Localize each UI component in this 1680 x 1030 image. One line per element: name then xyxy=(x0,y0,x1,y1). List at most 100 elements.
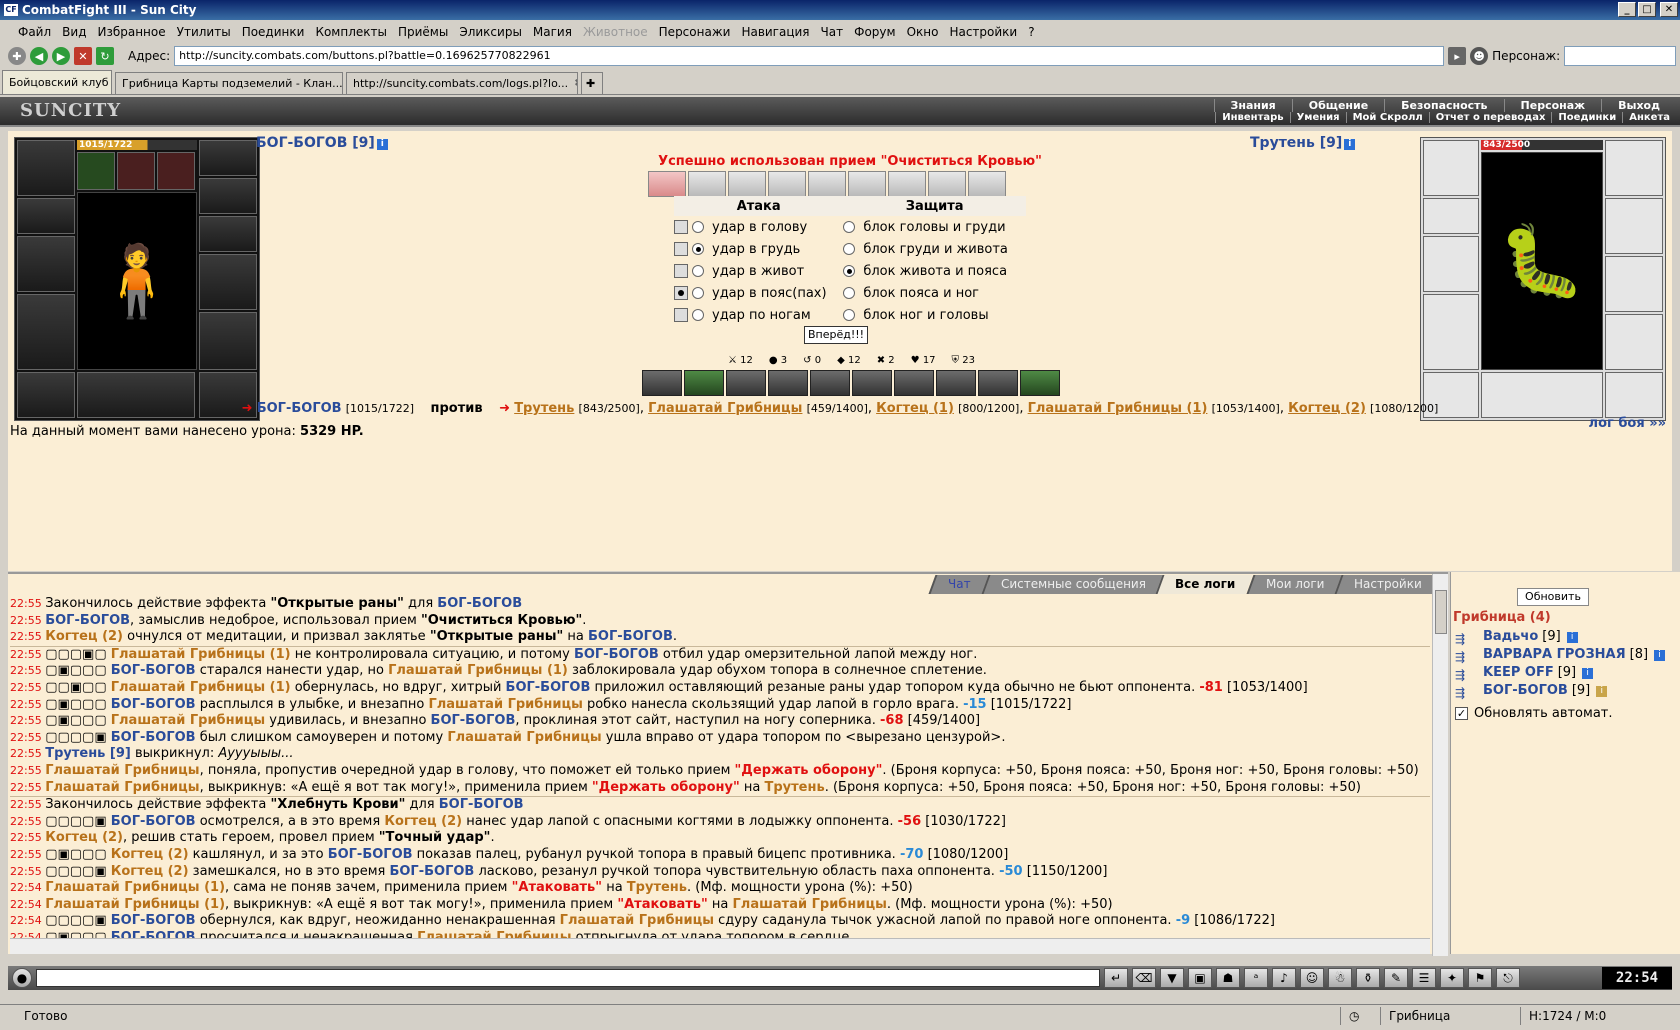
menu-favorites[interactable]: Избранное xyxy=(97,25,165,39)
trick-slot[interactable] xyxy=(848,171,886,197)
music-icon[interactable]: ♪ xyxy=(1272,968,1296,988)
nav-security[interactable]: Безопасность xyxy=(1384,99,1503,112)
online-user[interactable]: ⇶ Вадьчо [9] i xyxy=(1455,628,1665,646)
armor-slot[interactable] xyxy=(17,294,75,370)
skill-slot[interactable] xyxy=(894,370,934,396)
lock-icon[interactable]: ✦ xyxy=(1440,968,1464,988)
menu-utils[interactable]: Утилиты xyxy=(177,25,231,39)
nav-knowledge[interactable]: Знания xyxy=(1213,99,1292,112)
defense-radio[interactable] xyxy=(843,220,856,233)
amulet-slot[interactable] xyxy=(199,140,257,176)
online-user[interactable]: ⇶ БОГ-БОГОВ [9] i xyxy=(1455,682,1665,700)
skill-slot[interactable] xyxy=(684,370,724,396)
attack-radio[interactable] xyxy=(692,220,704,233)
multi-attack-box[interactable] xyxy=(674,263,688,278)
gloves-slot[interactable] xyxy=(199,216,257,252)
go-icon[interactable]: ▸ xyxy=(1448,47,1467,65)
save-icon[interactable]: ▣ xyxy=(1188,968,1212,988)
my-avatar[interactable]: 🧍 xyxy=(77,192,197,370)
skill-slot[interactable] xyxy=(936,370,976,396)
attack-chest-option[interactable]: удар в грудь xyxy=(674,238,843,260)
tab-chat-settings[interactable]: Настройки xyxy=(1334,575,1440,594)
nav-battles[interactable]: Поединки xyxy=(1551,112,1622,123)
attack-radio[interactable] xyxy=(692,264,704,277)
auto-refresh-checkbox[interactable]: ✓ xyxy=(1455,707,1468,720)
vs-enemy-name[interactable]: Когтец (1) xyxy=(876,401,954,416)
menu-characters[interactable]: Персонажи xyxy=(659,25,731,39)
stop-icon[interactable]: ✕ xyxy=(74,47,92,65)
chat-mode-icon[interactable]: ● xyxy=(12,968,32,988)
nav-profile[interactable]: Анкета xyxy=(1622,112,1676,123)
attack-belly-option[interactable]: удар в живот xyxy=(674,260,843,282)
my-name[interactable]: БОГ-БОГОВ [9] i xyxy=(256,135,388,151)
vs-enemy-name[interactable]: Трутень xyxy=(514,401,574,416)
trick-slot[interactable] xyxy=(968,171,1006,197)
vs-me-name[interactable]: БОГ-БОГОВ xyxy=(257,401,342,416)
info-icon[interactable]: i xyxy=(1654,649,1666,661)
nav-transfers[interactable]: Отчет о переводах xyxy=(1428,112,1552,123)
defense-waist-legs-option[interactable]: блок пояса и ног xyxy=(843,282,1026,304)
exit-icon[interactable]: ⎋ xyxy=(1496,968,1520,988)
trick-slot[interactable] xyxy=(728,171,766,197)
menu-elixirs[interactable]: Эликсиры xyxy=(459,25,522,39)
back-icon[interactable]: ◀ xyxy=(30,47,48,65)
nav-my-scroll[interactable]: Мой Скролл xyxy=(1345,112,1429,123)
users-icon[interactable]: ☻ xyxy=(1470,47,1489,65)
menu-tricks[interactable]: Приёмы xyxy=(398,25,448,39)
user-name[interactable]: БОГ-БОГОВ xyxy=(1483,682,1568,700)
filter-icon[interactable]: ▼ xyxy=(1160,968,1184,988)
address-input[interactable]: http://suncity.combats.com/buttons.pl?ba… xyxy=(174,46,1445,66)
defense-head-chest-option[interactable]: блок головы и груди xyxy=(843,216,1026,238)
figure-icon[interactable]: ☗ xyxy=(1216,968,1240,988)
battle-log-link[interactable]: лог боя »» xyxy=(1589,416,1666,431)
trick-slot-heart[interactable] xyxy=(648,171,686,197)
attack-radio[interactable] xyxy=(692,286,704,299)
menu-window[interactable]: Окно xyxy=(907,25,939,39)
info-icon[interactable]: i xyxy=(1344,139,1356,150)
bag-icon[interactable]: ⚑ xyxy=(1468,968,1492,988)
attack-submit-button[interactable]: Вперёд!!! xyxy=(804,326,868,344)
tab-chat[interactable]: Чат xyxy=(928,575,988,594)
defense-radio[interactable] xyxy=(843,242,856,255)
user-name[interactable]: Вадьчо xyxy=(1483,628,1538,646)
helmet-slot[interactable] xyxy=(17,140,75,196)
menu-file[interactable]: Файл xyxy=(18,25,51,39)
defense-radio[interactable] xyxy=(843,286,856,299)
bracers-slot[interactable] xyxy=(17,198,75,234)
smiley-icon[interactable]: ☺ xyxy=(1300,968,1324,988)
enemy-name[interactable]: Трутень [9] i xyxy=(1250,135,1356,151)
menu-battles[interactable]: Поединки xyxy=(242,25,305,39)
nav-inventory[interactable]: Инвентарь xyxy=(1215,112,1289,123)
tab-mycelium-map[interactable]: Грибница Карты подземелий - Клан... ✖ xyxy=(115,72,343,94)
refresh-icon[interactable]: ↻ xyxy=(96,47,114,65)
send-icon[interactable]: ↵ xyxy=(1104,968,1128,988)
close-button[interactable]: ✕ xyxy=(1660,2,1678,17)
defense-radio[interactable] xyxy=(843,264,856,277)
defense-legs-head-option[interactable]: блок ног и головы xyxy=(843,304,1026,326)
potion-icon[interactable]: ⚱ xyxy=(1356,968,1380,988)
nav-exit[interactable]: Выход xyxy=(1601,99,1676,112)
tab-fight-club[interactable]: Бойцовский клуб xyxy=(2,70,112,94)
nav-skills[interactable]: Умения xyxy=(1289,112,1346,123)
shield-slot[interactable] xyxy=(199,254,257,310)
tab-all-logs[interactable]: Все логи xyxy=(1156,575,1254,594)
trick-slot[interactable] xyxy=(688,171,726,197)
tab-my-logs[interactable]: Мои логи xyxy=(1246,575,1342,594)
info-icon[interactable]: i xyxy=(1582,667,1594,679)
defense-chest-belly-option[interactable]: блок груди и живота xyxy=(843,238,1026,260)
defense-belly-waist-option[interactable]: блок живота и пояса xyxy=(843,260,1026,282)
close-tab-icon[interactable]: ✖ xyxy=(574,78,577,89)
translit-icon[interactable]: ᵃ xyxy=(1244,968,1268,988)
multi-attack-box[interactable] xyxy=(674,285,688,300)
vs-enemy-name[interactable]: Глашатай Грибницы xyxy=(648,401,802,416)
user-name[interactable]: KEEP OFF xyxy=(1483,664,1554,682)
info-icon[interactable]: i xyxy=(1566,631,1578,643)
menu-navigation[interactable]: Навигация xyxy=(741,25,809,39)
trick-slot[interactable] xyxy=(768,171,806,197)
skill-slot[interactable] xyxy=(726,370,766,396)
vs-enemy-name[interactable]: Глашатай Грибницы (1) xyxy=(1028,401,1208,416)
attack-groin-option[interactable]: удар в пояс(пах) xyxy=(674,282,843,304)
log-horizontal-scrollbar[interactable] xyxy=(10,938,1430,954)
auto-refresh-option[interactable]: ✓ Обновлять автомат. xyxy=(1455,706,1613,721)
legs-slot[interactable] xyxy=(199,312,257,370)
